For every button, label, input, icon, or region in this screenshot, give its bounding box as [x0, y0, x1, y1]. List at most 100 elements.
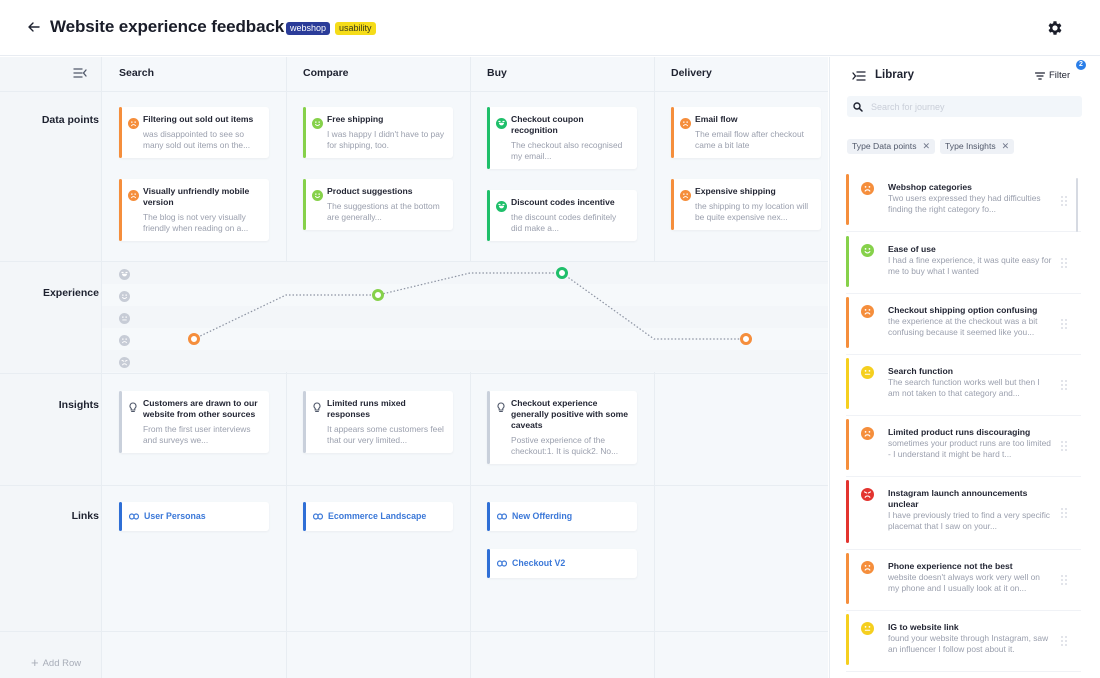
card-description: It appears some customers feel that our … [327, 424, 444, 445]
data-point-card[interactable]: Visually unfriendly mobile version The bl… [119, 179, 269, 241]
sentiment-bar [846, 480, 849, 543]
card-title: Limited runs mixed responses [327, 398, 406, 419]
insight-card[interactable]: Checkout experience generally positive w… [487, 391, 637, 464]
link-icon [129, 513, 139, 520]
library-item[interactable]: Checkout shipping option confusing the ex… [846, 297, 1081, 355]
back-button[interactable] [25, 18, 43, 36]
item-description: I have previously tried to find a very s… [888, 510, 1050, 531]
remove-chip-icon[interactable]: ✕ [1002, 139, 1010, 154]
drag-handle-icon[interactable] [1060, 379, 1068, 391]
tag-usability[interactable]: usability [335, 22, 376, 35]
item-description: website doesn't always work very well on… [888, 572, 1040, 593]
link-bar [119, 502, 122, 531]
link-icon [313, 513, 323, 520]
filter-chip-insights: Type Insights ✕ [940, 139, 1015, 154]
data-point-card[interactable]: Discount codes incentive the discount cod… [487, 190, 637, 241]
link-card[interactable]: New Offerding [487, 502, 637, 531]
data-point-card[interactable]: Free shipping I was happy I didn't have t… [303, 107, 453, 158]
settings-button[interactable] [1046, 19, 1064, 37]
library-item[interactable]: Limited product runs discouraging sometim… [846, 419, 1081, 477]
link-icon [497, 513, 507, 520]
gear-icon [1048, 21, 1062, 35]
filter-button[interactable]: Filter [1035, 70, 1070, 81]
card-description: The suggestions at the bottom are genera… [327, 201, 440, 222]
row-divider [0, 631, 828, 632]
very-happy-scale-icon [119, 267, 130, 280]
stage-header-compare[interactable]: Compare [303, 67, 349, 79]
data-point-card[interactable]: Filtering out sold out items was disappoi… [119, 107, 269, 158]
remove-chip-icon[interactable]: ✕ [923, 139, 931, 154]
library-item[interactable]: IG to website link found your website thr… [846, 614, 1081, 672]
library-panel: Library Filter 2 Type Data points ✕ Type… [829, 57, 1100, 678]
sentiment-bar [671, 107, 674, 158]
library-item[interactable]: Webshop categories Two users expressed th… [846, 174, 1081, 232]
data-point-card[interactable]: Product suggestions The suggestions at th… [303, 179, 453, 230]
stage-header-delivery[interactable]: Delivery [671, 67, 712, 79]
link-card[interactable]: Ecommerce Landscape [303, 502, 453, 531]
tag-webshop[interactable]: webshop [286, 22, 331, 35]
library-item[interactable]: Search function The search function works… [846, 358, 1081, 416]
drag-handle-icon[interactable] [1060, 635, 1068, 647]
drag-handle-icon[interactable] [1060, 318, 1068, 330]
data-point-card[interactable]: Expensive shipping the shipping to my loc… [671, 179, 821, 230]
card-description: I was happy I didn't have to pay for shi… [327, 129, 445, 150]
sad-face-icon [861, 305, 874, 318]
data-point-card[interactable]: Email flow The email flow after checkout … [671, 107, 821, 158]
filter-label: Filter [1049, 70, 1071, 81]
drag-handle-icon[interactable] [1060, 257, 1068, 269]
stage-header-search[interactable]: Search [119, 67, 154, 79]
item-title: Phone experience not the best [888, 561, 1013, 571]
experience-band [102, 350, 828, 372]
library-item[interactable]: Phone experience not the best website doe… [846, 553, 1081, 611]
insight-bar [119, 391, 122, 453]
journey-board: Data points Experience Insights Links + A… [0, 57, 828, 678]
library-search-input[interactable] [871, 101, 1071, 112]
card-title: Checkout coupon recognition [511, 114, 584, 135]
data-point-card[interactable]: Checkout coupon recognition The checkout … [487, 107, 637, 169]
row-divider [0, 485, 828, 486]
sentiment-bar [303, 179, 306, 230]
experience-band [102, 284, 828, 306]
item-description: I had a fine experience, it was quite ea… [888, 255, 1052, 276]
link-bar [303, 502, 306, 531]
row-label-insights: Insights [58, 399, 99, 411]
drag-handle-icon[interactable] [1060, 507, 1068, 519]
happy-face-icon [312, 188, 323, 201]
card-description: The blog is not very visually friendly w… [143, 212, 249, 233]
link-text: Checkout V2 [512, 558, 566, 568]
insight-card[interactable]: Limited runs mixed responses It appears s… [303, 391, 453, 453]
neutral-scale-icon [119, 311, 130, 324]
library-scrollbar[interactable] [1076, 178, 1078, 232]
library-item[interactable]: Ease of use I had a fine experience, it w… [846, 236, 1081, 294]
link-card[interactable]: Checkout V2 [487, 549, 637, 578]
library-list-icon[interactable] [852, 70, 866, 82]
sentiment-bar [846, 614, 849, 665]
add-row-button[interactable]: + Add Row [31, 655, 81, 670]
sad-face-icon [128, 116, 139, 129]
neutral-face-icon [861, 622, 874, 635]
link-card[interactable]: User Personas [119, 502, 269, 531]
item-title: IG to website link [888, 622, 959, 632]
sentiment-bar [487, 107, 490, 169]
drag-handle-icon[interactable] [1060, 440, 1068, 452]
row-divider [0, 91, 828, 92]
card-description: The email flow after checkout came a bit… [695, 129, 804, 150]
item-description: The search function works well but then … [888, 377, 1040, 398]
happy-face-icon [312, 116, 323, 129]
library-search [847, 96, 1082, 117]
item-title: Ease of use [888, 244, 936, 254]
collapse-sidebar-icon[interactable] [73, 67, 87, 79]
link-bar [487, 502, 490, 531]
item-description: Two users expressed they had difficultie… [888, 193, 1041, 214]
drag-handle-icon[interactable] [1060, 574, 1068, 586]
stage-header-buy[interactable]: Buy [487, 67, 507, 79]
card-title: Visually unfriendly mobile version [143, 186, 250, 207]
item-description: found your website through Instagram, sa… [888, 633, 1049, 654]
insight-bar [303, 391, 306, 453]
drag-handle-icon[interactable] [1060, 195, 1068, 207]
insight-card[interactable]: Customers are drawn to our website from … [119, 391, 269, 453]
library-item[interactable]: Instagram launch announcements unclear I … [846, 480, 1081, 550]
plus-icon: + [31, 655, 39, 670]
item-title: Search function [888, 366, 953, 376]
card-description: the discount codes definitely did make a… [511, 212, 617, 233]
